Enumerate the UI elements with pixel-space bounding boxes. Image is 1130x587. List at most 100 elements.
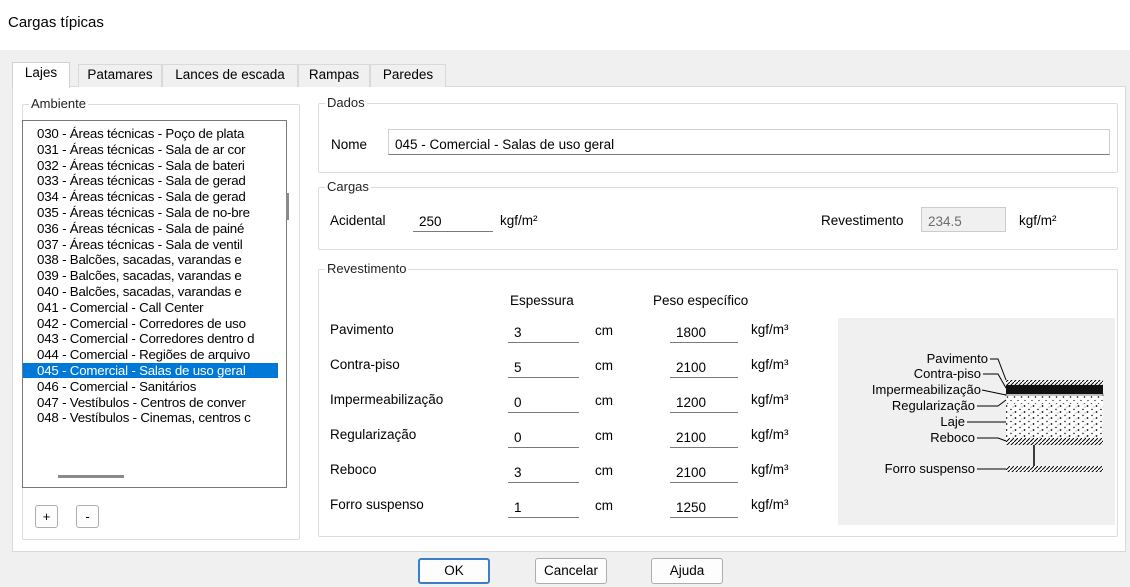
pavimento-espessura-input[interactable] — [508, 318, 579, 343]
tab-lances-de-escada[interactable]: Lances de escada — [162, 64, 298, 87]
forro-suspenso-espessura-input[interactable] — [508, 493, 579, 518]
list-item[interactable]: 047 - Vestíbulos - Centros de conver — [23, 395, 278, 410]
tab-rampas[interactable]: Rampas — [298, 64, 370, 87]
diagram-label-regularizacao: Regularização — [892, 398, 975, 413]
regularizacao-espessura-unit: cm — [592, 426, 616, 445]
dialog-window: Cargas típicas Lajes Patamares Lances de… — [0, 0, 1130, 587]
contra-piso-label: Contra-piso — [327, 355, 481, 374]
list-item[interactable]: 033 - Áreas técnicas - Sala de gerad — [23, 173, 278, 188]
listbox-vertical-scrollbar[interactable] — [286, 193, 289, 220]
pavimento-peso-input[interactable] — [670, 318, 738, 343]
add-ambiente-button[interactable]: + — [35, 505, 58, 528]
list-item[interactable]: 042 - Comercial - Corredores de uso — [23, 316, 278, 331]
list-item[interactable]: 043 - Comercial - Corredores dentro d — [23, 331, 278, 346]
contra-piso-band — [1006, 385, 1103, 394]
contra-piso-peso-unit: kgf/m³ — [748, 355, 820, 374]
list-item[interactable]: 036 - Áreas técnicas - Sala de painé — [23, 221, 278, 236]
reboco-espessura-input[interactable] — [508, 458, 579, 483]
pavimento-band — [1006, 380, 1103, 385]
list-item[interactable]: 030 - Áreas técnicas - Poço de plata — [23, 126, 278, 141]
forro-suspenso-espessura-unit: cm — [592, 496, 616, 515]
list-item[interactable]: 041 - Comercial - Call Center — [23, 300, 278, 315]
reboco-peso-input[interactable] — [670, 458, 738, 483]
revestimento-legend: Revestimento — [325, 261, 409, 276]
list-item[interactable]: 034 - Áreas técnicas - Sala de gerad — [23, 189, 278, 204]
title-bar: Cargas típicas — [0, 0, 1130, 50]
tab-lajes[interactable]: Lajes — [12, 62, 70, 88]
cargas-legend: Cargas — [325, 179, 371, 194]
impermeabilizacao-peso-unit: kgf/m³ — [748, 390, 820, 409]
impermeabilizacao-espessura-unit: cm — [592, 391, 616, 410]
dados-legend: Dados — [325, 95, 367, 110]
acidental-input[interactable] — [413, 207, 493, 232]
reboco-peso-unit: kgf/m³ — [748, 460, 820, 479]
regularizacao-peso-unit: kgf/m³ — [748, 425, 820, 444]
impermeabilizacao-label: Impermeabilização — [327, 390, 481, 409]
list-item[interactable]: 035 - Áreas técnicas - Sala de no-bre — [23, 205, 278, 220]
pavimento-peso-unit: kgf/m³ — [748, 320, 820, 339]
list-item[interactable]: 044 - Comercial - Regiões de arquivo — [23, 347, 278, 362]
remove-ambiente-button[interactable]: - — [76, 505, 99, 528]
list-item[interactable]: 031 - Áreas técnicas - Sala de ar cor — [23, 142, 278, 157]
ambiente-legend: Ambiente — [29, 96, 88, 111]
list-item[interactable]: 040 - Balcões, sacadas, varandas e — [23, 284, 278, 299]
revestimento-total-unit: kgf/m² — [1016, 211, 1060, 230]
listbox-horizontal-scrollbar[interactable] — [58, 475, 124, 478]
diagram-label-contra-piso: Contra-piso — [914, 366, 981, 381]
regularizacao-leader — [977, 399, 1007, 407]
pavimento-leader — [990, 358, 1007, 381]
peso-especifico-column-header: Peso específico — [653, 293, 749, 308]
contra-piso-espessura-unit: cm — [592, 356, 616, 375]
ok-button[interactable]: OK — [418, 558, 490, 584]
layer-diagram: Pavimento Contra-piso Impermeabilização … — [838, 318, 1115, 525]
acidental-unit: kgf/m² — [497, 211, 541, 230]
diagram-label-impermeabilizacao: Impermeabilização — [872, 382, 981, 397]
contra-piso-peso-input[interactable] — [670, 353, 738, 378]
contra-piso-espessura-input[interactable] — [508, 353, 579, 378]
nome-label: Nome — [331, 137, 368, 152]
regularizacao-peso-input[interactable] — [670, 423, 738, 448]
impermeabilizacao-espessura-input[interactable] — [508, 388, 579, 413]
forro-suspenso-peso-unit: kgf/m³ — [748, 495, 820, 514]
list-item[interactable]: 038 - Balcões, sacadas, varandas e — [23, 252, 278, 267]
list-item[interactable]: 039 - Balcões, sacadas, varandas e — [23, 268, 278, 283]
help-button[interactable]: Ajuda — [651, 558, 723, 584]
diagram-label-forro-suspenso: Forro suspenso — [885, 461, 975, 476]
regularizacao-espessura-input[interactable] — [508, 423, 579, 448]
espessura-column-header: Espessura — [510, 293, 574, 308]
acidental-label: Acidental — [327, 211, 389, 230]
ambiente-listbox[interactable]: 030 - Áreas técnicas - Poço de plata 031 … — [22, 120, 287, 488]
list-item[interactable]: 046 - Comercial - Sanitários — [23, 379, 278, 394]
pavimento-espessura-unit: cm — [592, 321, 616, 340]
regularizacao-label: Regularização — [327, 425, 481, 444]
impermeabilizacao-band — [1005, 393, 1104, 397]
contra-piso-leader — [983, 373, 1007, 389]
forro-suspenso-peso-input[interactable] — [670, 493, 738, 518]
reboco-label: Reboco — [327, 460, 481, 479]
tab-patamares[interactable]: Patamares — [78, 64, 162, 87]
diagram-label-pavimento: Pavimento — [927, 351, 988, 366]
window-title: Cargas típicas — [8, 14, 104, 31]
regularizacao-band — [1006, 396, 1103, 404]
cancel-button[interactable]: Cancelar — [535, 558, 607, 584]
reboco-espessura-unit: cm — [592, 461, 616, 480]
list-item[interactable]: 032 - Áreas técnicas - Sala de bateri — [23, 158, 278, 173]
forro-suspenso-label: Forro suspenso — [327, 495, 481, 514]
list-item[interactable]: 048 - Vestíbulos - Cinemas, centros c — [23, 410, 278, 425]
pavimento-label: Pavimento — [327, 320, 481, 339]
reboco-leader — [977, 437, 1007, 442]
nome-input[interactable] — [388, 129, 1110, 155]
reboco-band — [1006, 438, 1103, 445]
diagram-labels: Pavimento Contra-piso Impermeabilização … — [872, 351, 988, 476]
layer-bands — [1005, 380, 1104, 472]
diagram-label-reboco: Reboco — [930, 430, 975, 445]
diagram-label-laje: Laje — [940, 414, 965, 429]
impermeabilizacao-peso-input[interactable] — [670, 388, 738, 413]
list-item[interactable]: 037 - Áreas técnicas - Sala de ventil — [23, 237, 278, 252]
list-item-selected[interactable]: 045 - Comercial - Salas de uso geral — [23, 363, 278, 378]
revestimento-total-label: Revestimento — [818, 211, 907, 230]
laje-band — [1006, 404, 1103, 438]
impermeabilizacao-leader — [981, 389, 1007, 396]
tab-paredes[interactable]: Paredes — [370, 64, 446, 87]
revestimento-total-input — [921, 207, 1006, 232]
